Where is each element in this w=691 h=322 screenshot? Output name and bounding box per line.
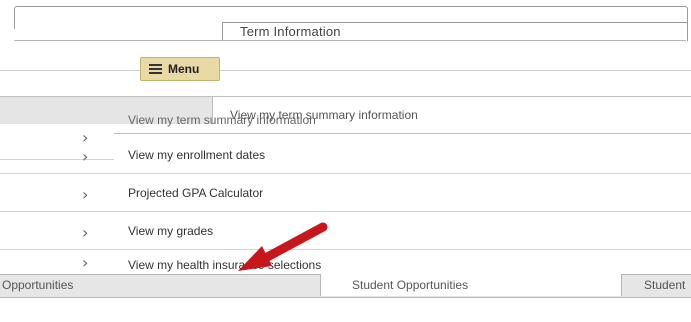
red-arrow-icon — [238, 222, 328, 271]
arrow-shaft — [253, 222, 328, 267]
arrow-head — [238, 246, 272, 271]
